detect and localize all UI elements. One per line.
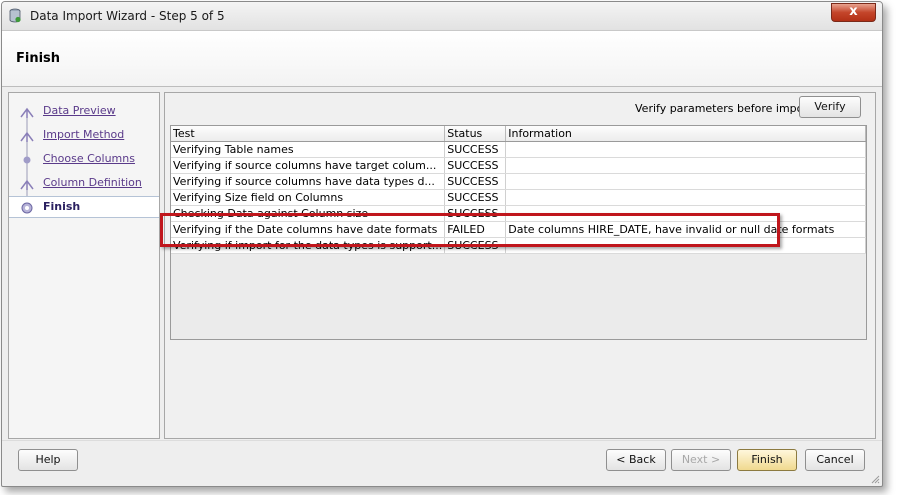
information-cell bbox=[505, 237, 866, 254]
wizard-steps-nav: Data Preview Import Method Choose Column… bbox=[8, 92, 160, 439]
close-button[interactable]: x bbox=[831, 3, 876, 22]
test-cell: Verifying Size field on Columns bbox=[171, 189, 446, 206]
status-cell: SUCCESS bbox=[444, 237, 507, 254]
test-cell: Verifying Table names bbox=[171, 141, 446, 158]
step-node-icon bbox=[20, 131, 34, 142]
database-icon bbox=[9, 8, 21, 23]
nav-step-import-method[interactable]: Import Method bbox=[9, 125, 159, 145]
status-cell: SUCCESS bbox=[444, 157, 507, 174]
information-cell bbox=[505, 173, 866, 190]
next-button[interactable]: Next > bbox=[671, 449, 731, 471]
test-cell: Verifying if source columns have data ty… bbox=[171, 173, 446, 190]
nav-step-choose-columns[interactable]: Choose Columns bbox=[9, 149, 159, 169]
information-cell bbox=[505, 205, 866, 222]
nav-step-column-definition[interactable]: Column Definition bbox=[9, 173, 159, 193]
wizard-window: Data Import Wizard - Step 5 of 5 x Finis… bbox=[1, 1, 883, 487]
table-row[interactable]: Verifying if source columns have target … bbox=[171, 157, 866, 174]
information-cell bbox=[505, 157, 866, 174]
nav-step-finish[interactable]: Finish bbox=[9, 196, 159, 218]
test-cell: Checking Data against Column size bbox=[171, 205, 446, 222]
table-header-row: Test Status Information bbox=[171, 126, 866, 142]
page-title: Finish bbox=[16, 51, 61, 66]
table-row[interactable]: Verifying if import for the data types i… bbox=[171, 237, 866, 254]
header-band: Finish bbox=[2, 31, 882, 87]
information-cell bbox=[505, 189, 866, 206]
column-header-test[interactable]: Test bbox=[171, 126, 446, 142]
table-row[interactable]: Verifying Size field on Columns SUCCESS bbox=[171, 189, 866, 206]
status-cell: SUCCESS bbox=[444, 173, 507, 190]
verification-results-table: Test Status Information Verifying Table … bbox=[170, 125, 867, 340]
table-row[interactable]: Verifying Table names SUCCESS bbox=[171, 141, 866, 158]
information-cell bbox=[505, 141, 866, 158]
test-cell: Verifying if the Date columns have date … bbox=[171, 221, 446, 238]
verify-label: Verify parameters before import bbox=[635, 102, 813, 115]
verify-button[interactable]: Verify bbox=[799, 96, 861, 118]
nav-step-label[interactable]: Import Method bbox=[43, 128, 124, 141]
title-bar[interactable]: Data Import Wizard - Step 5 of 5 x bbox=[2, 2, 882, 31]
information-cell: Date columns HIRE_DATE, have invalid or … bbox=[505, 221, 866, 238]
cancel-button[interactable]: Cancel bbox=[805, 449, 865, 471]
nav-step-label: Finish bbox=[43, 200, 81, 213]
current-step-icon bbox=[21, 202, 33, 214]
finish-button[interactable]: Finish bbox=[737, 449, 797, 471]
table-row[interactable]: Verifying if source columns have data ty… bbox=[171, 173, 866, 190]
step-node-icon bbox=[23, 156, 31, 164]
back-button[interactable]: < Back bbox=[606, 449, 666, 471]
status-cell: FAILED bbox=[444, 221, 507, 238]
nav-step-label[interactable]: Column Definition bbox=[43, 176, 142, 189]
content-panel: Verify parameters before import Verify T… bbox=[164, 92, 876, 439]
table-row-failed[interactable]: Verifying if the Date columns have date … bbox=[171, 221, 866, 238]
window-title: Data Import Wizard - Step 5 of 5 bbox=[30, 9, 225, 23]
status-cell: SUCCESS bbox=[444, 141, 507, 158]
column-header-status[interactable]: Status bbox=[444, 126, 507, 142]
status-cell: SUCCESS bbox=[444, 205, 507, 222]
nav-step-label[interactable]: Data Preview bbox=[43, 104, 116, 117]
step-node-icon bbox=[20, 107, 34, 118]
status-cell: SUCCESS bbox=[444, 189, 507, 206]
resize-grip-icon[interactable] bbox=[870, 474, 880, 484]
test-cell: Verifying if import for the data types i… bbox=[171, 237, 446, 254]
footer-divider bbox=[2, 440, 882, 441]
step-node-icon bbox=[20, 179, 34, 190]
table-row[interactable]: Checking Data against Column size SUCCES… bbox=[171, 205, 866, 222]
column-header-information[interactable]: Information bbox=[505, 126, 866, 142]
test-cell: Verifying if source columns have target … bbox=[171, 157, 446, 174]
nav-step-label[interactable]: Choose Columns bbox=[43, 152, 135, 165]
nav-step-data-preview[interactable]: Data Preview bbox=[9, 101, 159, 121]
help-button[interactable]: Help bbox=[18, 449, 78, 471]
